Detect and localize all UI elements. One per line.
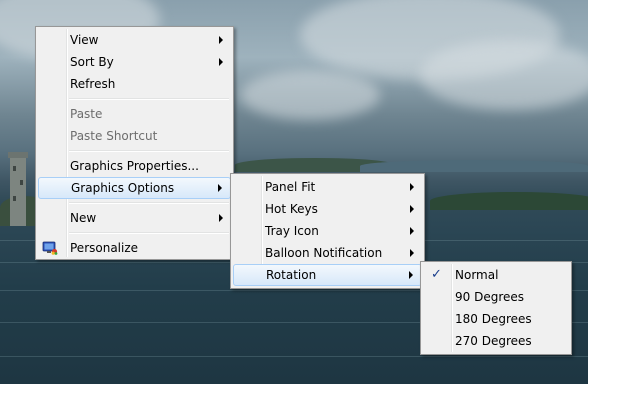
menu-item-new[interactable]: New [38,207,231,229]
menu-item-label: Graphics Properties... [70,159,199,173]
chevron-right-icon [409,271,413,279]
chevron-right-icon [219,58,223,66]
menu-item-label: Paste Shortcut [70,129,158,143]
cloud [420,40,588,110]
rotation-submenu: ✓ Normal 90 Degrees 180 Degrees 270 Degr… [420,261,572,355]
menu-item-label: 180 Degrees [455,312,532,326]
menu-item-label: View [70,33,99,47]
menu-item-paste: Paste [38,103,231,125]
menu-item-rotation[interactable]: Rotation [233,264,422,286]
menu-item-label: Personalize [70,241,139,255]
menu-item-rotation-normal[interactable]: ✓ Normal [423,264,569,286]
menu-item-paste-shortcut: Paste Shortcut [38,125,231,147]
menu-item-sort-by[interactable]: Sort By [38,51,231,73]
menu-item-view[interactable]: View [38,29,231,51]
menu-item-label: Graphics Options [71,181,175,195]
menu-item-label: New [70,211,97,225]
cloud [240,70,380,120]
menu-separator [38,199,231,207]
desktop-context-menu: View Sort By Refresh Paste Paste Shortcu… [35,26,234,260]
menu-item-label: Paste [70,107,103,121]
menu-item-hot-keys[interactable]: Hot Keys [233,198,422,220]
menu-item-rotation-180[interactable]: 180 Degrees [423,308,569,330]
graphics-options-submenu: Panel Fit Hot Keys Tray Icon Balloon Not… [230,173,425,289]
menu-item-label: Rotation [266,268,317,282]
menu-separator [38,229,231,237]
checkmark-icon: ✓ [431,267,442,282]
wave [0,356,588,357]
chevron-right-icon [410,249,414,257]
menu-item-refresh[interactable]: Refresh [38,73,231,95]
menu-item-label: Sort By [70,55,114,69]
chevron-right-icon [410,205,414,213]
chevron-right-icon [410,183,414,191]
distant-hill [360,160,588,172]
chevron-right-icon [218,184,222,192]
menu-item-balloon-notification[interactable]: Balloon Notification [233,242,422,264]
menu-item-label: 90 Degrees [455,290,525,304]
menu-item-graphics-options[interactable]: Graphics Options [38,177,231,199]
chevron-right-icon [219,214,223,222]
menu-separator [38,147,231,155]
menu-item-label: 270 Degrees [455,334,532,348]
menu-item-label: Normal [455,268,499,282]
menu-item-tray-icon[interactable]: Tray Icon [233,220,422,242]
menu-item-rotation-90[interactable]: 90 Degrees [423,286,569,308]
menu-item-label: Refresh [70,77,116,91]
menu-separator [38,95,231,103]
menu-item-label: Hot Keys [265,202,318,216]
menu-item-label: Balloon Notification [265,246,383,260]
menu-item-label: Panel Fit [265,180,316,194]
menu-item-panel-fit[interactable]: Panel Fit [233,176,422,198]
menu-item-rotation-270[interactable]: 270 Degrees [423,330,569,352]
menu-item-personalize[interactable]: Personalize [38,237,231,259]
chevron-right-icon [410,227,414,235]
menu-item-graphics-properties[interactable]: Graphics Properties... [38,155,231,177]
lighthouse-tower [8,152,28,226]
chevron-right-icon [219,36,223,44]
personalize-display-icon [42,241,58,255]
menu-item-label: Tray Icon [265,224,319,238]
island [430,192,588,210]
